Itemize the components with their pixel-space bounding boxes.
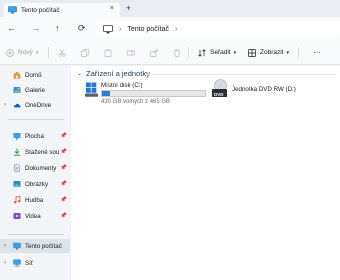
sidebar-item-downloads[interactable]: Stažené soubory 📌 xyxy=(0,145,70,159)
chevron-down-icon[interactable]: ⌄ xyxy=(77,70,82,77)
tab-title: Tento počítač xyxy=(21,6,60,14)
navigation-bar: ← → ↑ ⟳ › Tento počítač › xyxy=(0,17,340,41)
rename-icon[interactable] xyxy=(127,49,135,57)
sidebar-item-label: Plocha xyxy=(25,132,44,140)
pin-icon[interactable]: 📌 xyxy=(60,181,67,187)
new-label: Nový xyxy=(18,49,33,56)
toolbar-divider xyxy=(298,47,299,58)
pin-icon[interactable]: 📌 xyxy=(60,149,67,155)
sidebar-item-label: Síť xyxy=(25,259,34,267)
cut-icon[interactable] xyxy=(58,49,66,57)
view-icon xyxy=(248,48,256,57)
close-tab-icon[interactable]: × xyxy=(110,5,114,12)
back-button[interactable]: ← xyxy=(7,23,16,34)
this-pc-icon xyxy=(13,242,21,250)
chevron-down-icon: ▾ xyxy=(35,49,39,56)
drive-free-space: 430 GB volných z 465 GB xyxy=(101,99,171,105)
sidebar-item-label: Videa xyxy=(25,212,41,220)
drive-usage-fill xyxy=(102,91,110,96)
title-bar: Tento počítač × + xyxy=(0,0,340,17)
pin-icon[interactable]: 📌 xyxy=(60,213,67,219)
pin-icon[interactable]: 📌 xyxy=(60,133,67,139)
more-options-button[interactable]: ··· xyxy=(313,46,321,59)
downloads-folder-icon xyxy=(14,148,20,156)
group-header-devices[interactable]: ⌄ Zařízení a jednotky xyxy=(77,69,150,78)
chevron-down-icon: ▾ xyxy=(286,49,289,56)
drive-item-c[interactable]: Místní disk (C:) 430 GB volných z 465 GB xyxy=(85,81,206,107)
copy-icon[interactable] xyxy=(81,49,89,57)
view-label: Zobrazit xyxy=(260,49,284,56)
sidebar-item-label: Domů xyxy=(25,71,42,79)
computer-icon xyxy=(103,24,113,33)
new-button[interactable]: Nový ▾ xyxy=(6,46,38,59)
sidebar-item-label: OneDrive xyxy=(25,101,52,109)
chevron-down-icon: ▾ xyxy=(233,49,237,56)
new-tab-button[interactable]: + xyxy=(126,3,131,14)
tab-this-pc[interactable]: Tento počítač × xyxy=(4,3,120,17)
sidebar-item-label: Stažené soubory xyxy=(25,148,59,156)
sidebar-item-onedrive[interactable]: › OneDrive xyxy=(0,98,70,112)
sort-label: Seřadit xyxy=(210,49,231,56)
sidebar-item-pictures[interactable]: Obrázky 📌 xyxy=(0,177,70,191)
onedrive-icon xyxy=(13,103,21,108)
windows-drive-icon xyxy=(85,82,98,97)
dvd-badge: DVD xyxy=(214,92,224,97)
address-bar[interactable]: › Tento počítač › xyxy=(97,21,340,37)
sidebar-item-documents[interactable]: Dokumenty 📌 xyxy=(0,161,70,175)
group-title: Zařízení a jednotky xyxy=(86,69,150,78)
sidebar-divider xyxy=(8,119,64,120)
view-button[interactable]: Zobrazit ▾ xyxy=(248,46,289,59)
sidebar-item-label: Dokumenty xyxy=(25,164,57,172)
chevron-right-icon[interactable]: › xyxy=(4,102,6,108)
videos-folder-icon xyxy=(13,213,21,219)
sidebar-item-network[interactable]: › Síť xyxy=(0,256,70,270)
gallery-icon xyxy=(13,87,21,93)
network-icon xyxy=(13,259,21,267)
home-icon xyxy=(13,71,21,79)
up-button[interactable]: ↑ xyxy=(55,23,60,34)
sidebar-item-label: Hudba xyxy=(25,196,44,204)
breadcrumb-this-pc[interactable]: Tento počítač xyxy=(127,26,169,33)
sort-button[interactable]: Seřadit ▾ xyxy=(198,46,236,59)
file-list-pane: ⌄ Zařízení a jednotky Místní disk (C:) 4… xyxy=(71,66,340,280)
plus-circle-icon xyxy=(6,48,14,57)
sidebar-item-videos[interactable]: Videa 📌 xyxy=(0,209,70,223)
toolbar-divider xyxy=(48,47,49,58)
sidebar-item-this-pc[interactable]: › Tento počítač xyxy=(0,239,70,253)
breadcrumb-separator: › xyxy=(119,25,122,33)
sort-icon xyxy=(198,48,206,57)
sidebar-item-music[interactable]: Hudba 📌 xyxy=(0,193,70,207)
documents-folder-icon xyxy=(14,164,20,172)
music-folder-icon xyxy=(14,196,21,204)
chevron-right-icon[interactable]: › xyxy=(4,243,6,249)
this-pc-icon xyxy=(8,6,17,14)
toolbar-divider xyxy=(188,47,189,58)
forward-button[interactable]: → xyxy=(31,23,40,34)
sidebar-item-home[interactable]: Domů xyxy=(0,68,70,82)
navigation-pane: Domů Galerie › OneDrive Plocha 📌 Stažené… xyxy=(0,66,70,280)
command-bar: Nový ▾ Seřadit ▾ Zobrazit ▾ ··· xyxy=(0,41,340,65)
pin-icon[interactable]: 📌 xyxy=(60,165,67,171)
drive-item-d[interactable]: DVD Jednotka DVD RW (D:) xyxy=(211,79,336,105)
paste-icon[interactable] xyxy=(104,49,112,57)
refresh-button[interactable]: ⟳ xyxy=(78,23,86,34)
sidebar-item-label: Obrázky xyxy=(25,180,49,188)
sidebar-divider xyxy=(8,234,64,235)
sidebar-item-desktop[interactable]: Plocha 📌 xyxy=(0,129,70,143)
sidebar-item-gallery[interactable]: Galerie xyxy=(0,83,70,97)
sidebar-item-label: Galerie xyxy=(25,86,45,94)
drive-usage-bar xyxy=(101,90,206,97)
group-divider xyxy=(145,74,335,75)
pin-icon[interactable]: 📌 xyxy=(60,197,67,203)
sidebar-item-label: Tento počítač xyxy=(25,242,62,250)
desktop-folder-icon xyxy=(13,133,21,140)
breadcrumb-separator-end[interactable]: › xyxy=(175,26,177,33)
chevron-right-icon[interactable]: › xyxy=(4,260,6,266)
drive-name: Jednotka DVD RW (D:) xyxy=(232,86,296,93)
delete-icon[interactable] xyxy=(173,49,181,57)
pictures-folder-icon xyxy=(13,181,21,187)
share-icon[interactable] xyxy=(150,49,158,57)
drive-name: Místní disk (C:) xyxy=(101,82,143,89)
